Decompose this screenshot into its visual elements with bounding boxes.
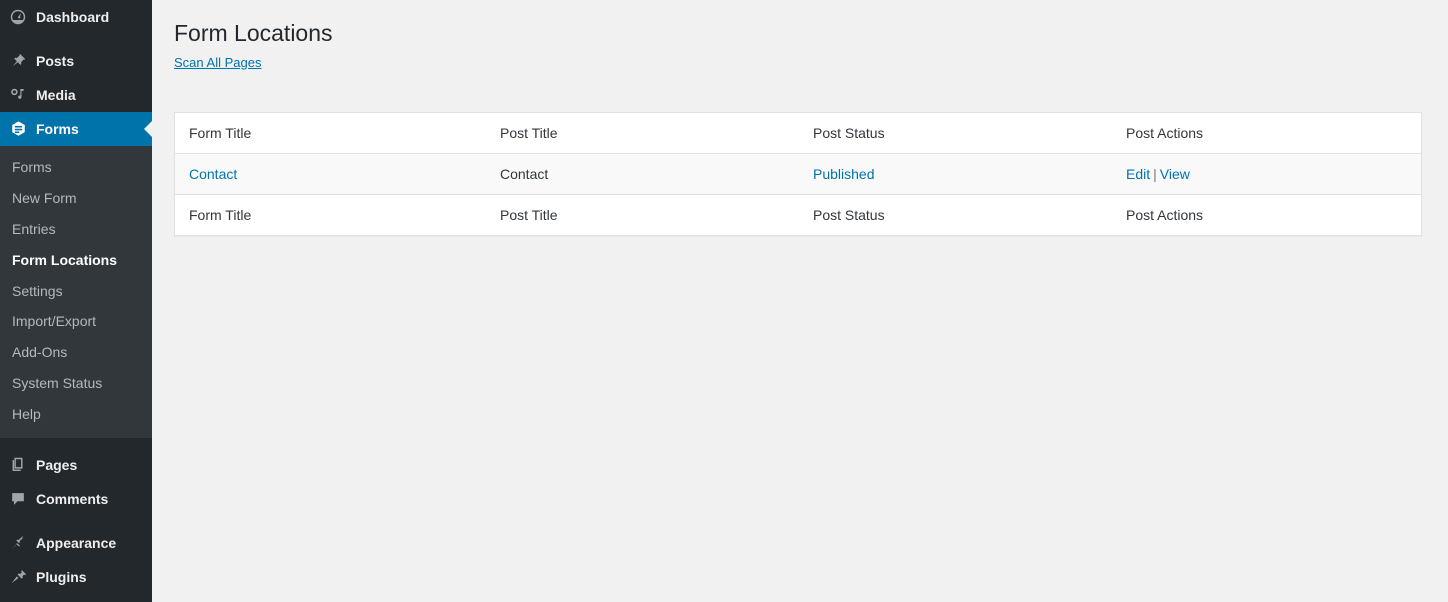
table-row: Contact Contact Published Edit | View (175, 154, 1421, 195)
sidebar-item-label: Dashboard (36, 9, 110, 25)
appearance-icon (0, 526, 36, 560)
column-header-post-status[interactable]: Post Status (803, 112, 1116, 155)
main-content: Form Locations Scan All Pages Form Title… (152, 0, 1448, 602)
forms-submenu: Forms New Form Entries Form Locations Se… (0, 146, 152, 439)
sidebar-item-plugins[interactable]: Plugins (0, 560, 152, 594)
sidebar-item-label: Pages (36, 457, 78, 474)
sidebar-item-dashboard[interactable]: Dashboard (0, 0, 152, 34)
sidebar-item-label: Appearance (36, 535, 117, 552)
submenu-item-forms[interactable]: Forms (0, 152, 152, 183)
submenu-item-import-export[interactable]: Import/Export (0, 306, 152, 337)
cell-form-title: Contact (175, 154, 490, 194)
plugins-icon (0, 560, 36, 594)
sidebar-item-label: Comments (36, 491, 109, 508)
sidebar-divider (0, 516, 152, 527)
actions-separator: | (1153, 166, 1157, 183)
submenu-item-new-form[interactable]: New Form (0, 183, 152, 214)
column-header-form-title[interactable]: Form Title (175, 112, 490, 155)
edit-link[interactable]: Edit (1126, 166, 1150, 182)
users-icon (0, 594, 36, 602)
submenu-item-settings[interactable]: Settings (0, 276, 152, 307)
cell-post-status: Published (803, 154, 1116, 194)
sidebar-divider (0, 438, 152, 449)
pin-icon (0, 44, 36, 78)
cell-post-actions: Edit | View (1116, 154, 1421, 194)
admin-sidebar: Dashboard Posts Media Forms Forms New Fo… (0, 0, 152, 602)
sidebar-item-forms[interactable]: Forms (0, 112, 152, 146)
page-title: Form Locations (174, 20, 333, 46)
cell-post-title: Contact (500, 166, 549, 183)
footer-column-form-title[interactable]: Form Title (175, 194, 490, 236)
table-header: Form Title Post Title Post Status Post A… (175, 112, 1421, 155)
sidebar-item-label: Posts (36, 53, 75, 69)
media-icon (0, 78, 36, 112)
sidebar-item-comments[interactable]: Comments (0, 482, 152, 516)
footer-column-post-status[interactable]: Post Status (803, 194, 1116, 236)
submenu-item-entries[interactable]: Entries (0, 214, 152, 245)
sidebar-item-label: Media (36, 87, 76, 103)
scan-all-pages-link[interactable]: Scan All Pages (174, 55, 261, 70)
sidebar-item-posts[interactable]: Posts (0, 44, 152, 78)
footer-column-post-title[interactable]: Post Title (490, 194, 803, 236)
sidebar-item-media[interactable]: Media (0, 78, 152, 112)
sidebar-item-label: Forms (36, 121, 79, 137)
table-footer: Form Title Post Title Post Status Post A… (175, 194, 1421, 236)
table-header-row: Form Title Post Title Post Status Post A… (175, 112, 1421, 155)
sidebar-item-pages[interactable]: Pages (0, 448, 152, 482)
sidebar-item-appearance[interactable]: Appearance (0, 526, 152, 560)
admin-screen: Dashboard Posts Media Forms Forms New Fo… (0, 0, 1448, 602)
sidebar-item-label: Plugins (36, 569, 87, 586)
form-locations-table: Form Title Post Title Post Status Post A… (174, 111, 1422, 237)
forms-icon (0, 112, 36, 146)
sidebar-divider (0, 34, 152, 44)
view-link[interactable]: View (1160, 166, 1190, 182)
post-status-link[interactable]: Published (813, 166, 875, 182)
submenu-item-form-locations[interactable]: Form Locations (0, 245, 152, 276)
footer-column-post-actions[interactable]: Post Actions (1116, 194, 1421, 236)
comments-icon (0, 482, 36, 516)
pages-icon (0, 448, 36, 482)
submenu-item-system-status[interactable]: System Status (0, 368, 152, 399)
table-body: Contact Contact Published Edit | View (175, 154, 1421, 195)
table-footer-row: Form Title Post Title Post Status Post A… (175, 194, 1421, 236)
submenu-item-add-ons[interactable]: Add-Ons (0, 337, 152, 368)
submenu-item-help[interactable]: Help (0, 399, 152, 430)
column-header-post-title[interactable]: Post Title (490, 112, 803, 155)
form-title-link[interactable]: Contact (189, 166, 237, 182)
dashboard-icon (0, 0, 36, 34)
sidebar-item-users[interactable]: Users (0, 594, 152, 602)
column-header-post-actions[interactable]: Post Actions (1116, 112, 1421, 155)
